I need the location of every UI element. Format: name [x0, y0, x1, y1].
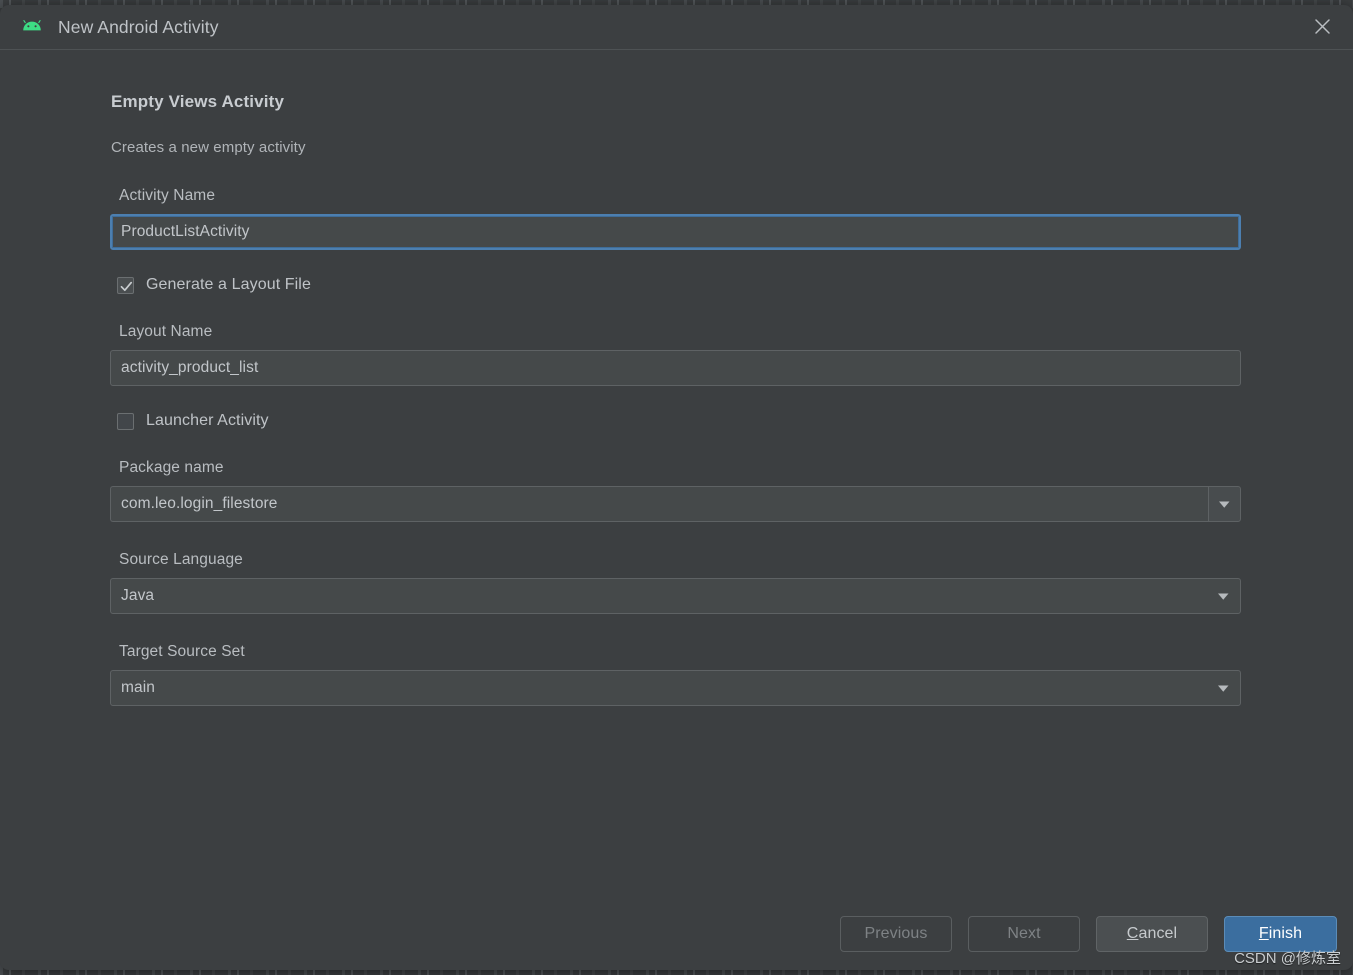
source-language-label: Source Language	[119, 551, 243, 568]
close-icon	[1314, 19, 1330, 34]
chevron-down-icon	[1219, 501, 1230, 508]
launcher-activity-label: Launcher Activity	[146, 412, 269, 429]
source-language-value: Java	[121, 587, 155, 604]
close-button[interactable]	[1291, 5, 1353, 48]
dialog-title: New Android Activity	[58, 16, 219, 37]
layout-name-group: Layout Name	[110, 323, 1241, 386]
source-language-dropdown-arrow[interactable]	[1206, 592, 1240, 601]
generate-layout-checkbox[interactable]	[117, 276, 134, 294]
target-source-set-value: main	[121, 679, 155, 696]
package-name-group: Package name	[110, 459, 1241, 522]
dialog-body: Empty Views Activity Creates a new empty…	[0, 50, 1353, 898]
template-description: Creates a new empty activity	[111, 139, 306, 156]
generate-layout-label: Generate a Layout File	[146, 276, 311, 293]
package-name-label: Package name	[119, 459, 224, 476]
target-source-set-label: Target Source Set	[119, 643, 245, 660]
source-language-combobox[interactable]: Java	[110, 578, 1241, 614]
template-title: Empty Views Activity	[111, 92, 285, 111]
android-robot-icon	[23, 20, 41, 31]
finish-mnemonic: F	[1258, 925, 1269, 942]
next-button[interactable]: Next	[968, 916, 1080, 952]
target-source-set-dropdown-arrow[interactable]	[1206, 684, 1240, 693]
layout-name-label: Layout Name	[119, 323, 213, 340]
chevron-down-icon	[1217, 593, 1228, 600]
new-android-activity-dialog: New Android Activity Empty Views Activit…	[0, 5, 1353, 970]
finish-button[interactable]: Finish	[1224, 916, 1337, 952]
activity-name-label: Activity Name	[119, 187, 216, 204]
finish-label-rest: inish	[1268, 925, 1303, 942]
form-content: Empty Views Activity Creates a new empty…	[0, 92, 1353, 706]
activity-name-input[interactable]	[110, 214, 1241, 250]
cancel-mnemonic: C	[1126, 925, 1139, 942]
cancel-label-rest: ancel	[1138, 925, 1178, 942]
layout-name-input[interactable]	[110, 350, 1241, 386]
chevron-down-icon	[1217, 685, 1228, 692]
dialog-titlebar: New Android Activity	[0, 5, 1353, 50]
generate-layout-checkbox-row[interactable]: Generate a Layout File	[117, 276, 1241, 294]
package-name-combobox[interactable]	[110, 486, 1241, 522]
source-language-group: Source Language Java	[110, 551, 1241, 614]
previous-button[interactable]: Previous	[840, 916, 952, 952]
launcher-activity-checkbox[interactable]	[117, 412, 134, 430]
dialog-footer: Previous Next Cancel Finish CSDN @修炼室	[0, 898, 1353, 970]
target-source-set-group: Target Source Set main	[110, 643, 1241, 706]
checkmark-icon	[120, 281, 133, 291]
activity-name-group: Activity Name	[110, 187, 1241, 250]
package-name-input[interactable]	[110, 486, 1208, 522]
cancel-button[interactable]: Cancel	[1096, 916, 1208, 952]
target-source-set-combobox[interactable]: main	[110, 670, 1241, 706]
launcher-activity-checkbox-row[interactable]: Launcher Activity	[117, 412, 1241, 430]
package-name-dropdown-button[interactable]	[1208, 486, 1241, 522]
